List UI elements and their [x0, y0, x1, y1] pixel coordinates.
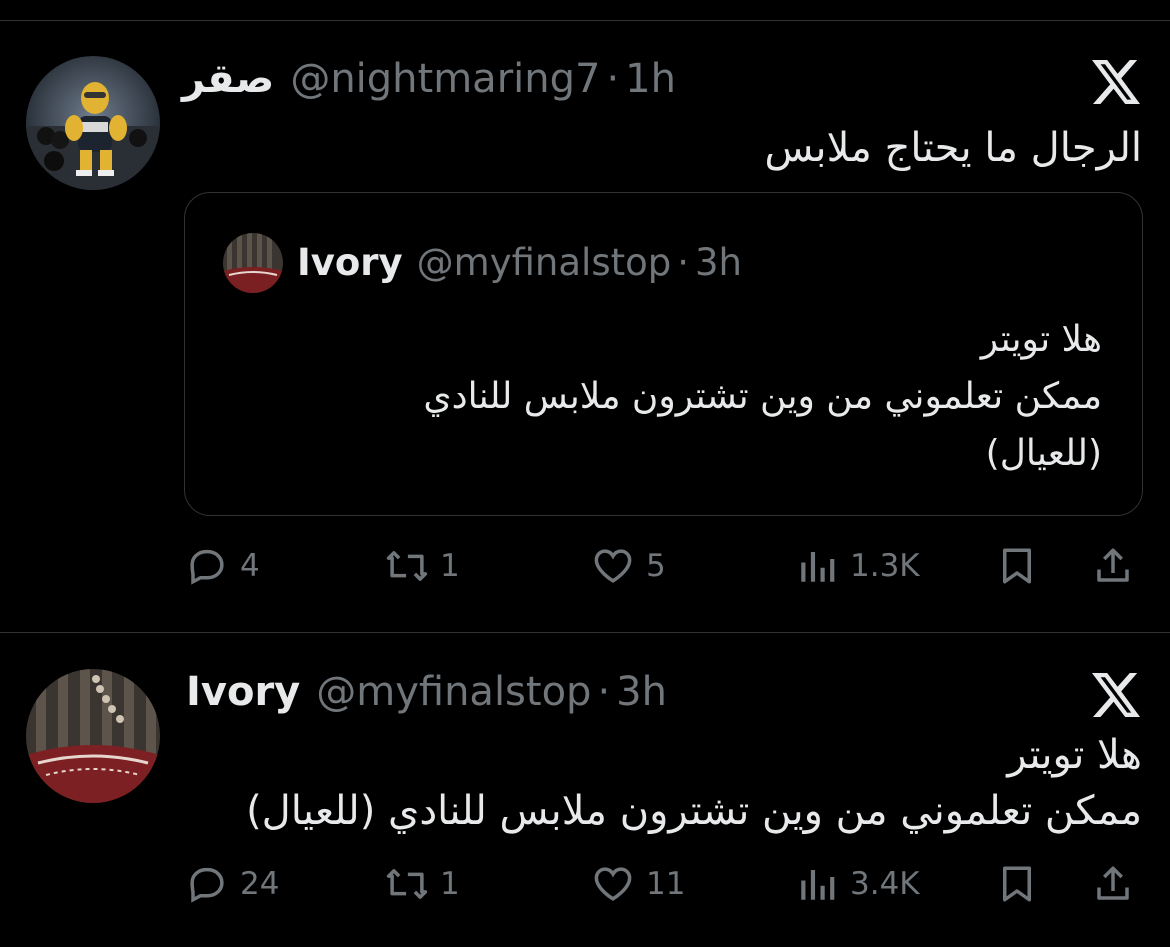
heart-icon [592, 545, 634, 587]
share-button[interactable] [1092, 545, 1134, 587]
x-logo-icon [1092, 60, 1140, 104]
action-bar: 4 1 5 1.3K [0, 543, 1170, 593]
timestamp[interactable]: 3h [616, 669, 667, 715]
avatar[interactable] [26, 56, 160, 190]
separator-dot: · [597, 669, 611, 715]
like-count: 5 [646, 548, 666, 584]
tweet-2[interactable]: Ivory @myfinalstop · 3h هلا تويتر ممكن ت… [0, 633, 1170, 947]
separator-dot: · [606, 56, 620, 102]
tweet-text-line: الرجال ما يحتاج ملابس [764, 125, 1142, 171]
views-icon [796, 545, 838, 587]
views-button[interactable]: 3.4K [796, 863, 920, 905]
retweet-icon [386, 545, 428, 587]
author-handle[interactable]: @myfinalstop [316, 669, 591, 715]
tweet-1[interactable]: صقر @nightmaring7 · 1h الرجال ما يحتاج م… [0, 0, 1170, 632]
timestamp[interactable]: 1h [625, 56, 676, 102]
quote-text: هلا تويتر ممكن تعلموني من وين تشترون ملا… [423, 311, 1102, 482]
tweet-header: Ivory @myfinalstop · 3h [186, 669, 667, 715]
avatar[interactable] [26, 669, 160, 803]
bookmark-icon [996, 545, 1038, 587]
quote-header: Ivory @myfinalstop · 3h [297, 241, 742, 284]
tweet-text-line: ممكن تعلموني من وين تشترون ملابس للنادي … [246, 788, 1142, 834]
views-count: 1.3K [850, 548, 920, 584]
quote-avatar[interactable] [223, 233, 283, 293]
separator-dot: · [677, 241, 689, 284]
tweet-text-line: هلا تويتر [1007, 732, 1142, 778]
share-button[interactable] [1092, 863, 1134, 905]
quote-text-line: (للعيال) [985, 433, 1102, 474]
tweet-text: هلا تويتر ممكن تعلموني من وين تشترون ملا… [246, 727, 1142, 839]
bookmark-icon [996, 863, 1038, 905]
avatar-ivory-icon [26, 669, 160, 803]
quote-author-name[interactable]: Ivory [297, 241, 403, 284]
views-button[interactable]: 1.3K [796, 545, 920, 587]
views-count: 3.4K [850, 866, 920, 902]
quoted-tweet[interactable]: Ivory @myfinalstop · 3h هلا تويتر ممكن ت… [184, 192, 1143, 516]
avatar-ivory-icon [223, 233, 283, 293]
bookmark-button[interactable] [996, 545, 1038, 587]
tweet-text: الرجال ما يحتاج ملابس [764, 120, 1142, 176]
bookmark-button[interactable] [996, 863, 1038, 905]
author-name[interactable]: صقر [182, 56, 274, 102]
retweet-button[interactable]: 1 [386, 863, 460, 905]
like-button[interactable]: 5 [592, 545, 666, 587]
quote-text-line: هلا تويتر [980, 319, 1102, 360]
like-button[interactable]: 11 [592, 863, 685, 905]
like-count: 11 [646, 866, 686, 902]
avatar-bodybuilder-icon [26, 56, 160, 190]
x-logo-icon [1092, 673, 1140, 717]
reply-button[interactable]: 4 [186, 545, 260, 587]
heart-icon [592, 863, 634, 905]
share-icon [1092, 545, 1134, 587]
retweet-button[interactable]: 1 [386, 545, 460, 587]
reply-icon [186, 863, 228, 905]
quote-author-handle[interactable]: @myfinalstop [417, 241, 672, 284]
reply-count: 4 [240, 548, 260, 584]
retweet-icon [386, 863, 428, 905]
quote-text-line: ممكن تعلموني من وين تشترون ملابس للنادي [423, 376, 1102, 417]
retweet-count: 1 [440, 866, 460, 902]
retweet-count: 1 [440, 548, 460, 584]
reply-button[interactable]: 24 [186, 863, 279, 905]
action-bar: 24 1 11 3.4K [0, 861, 1170, 911]
author-name[interactable]: Ivory [186, 669, 300, 715]
reply-count: 24 [240, 866, 280, 902]
share-icon [1092, 863, 1134, 905]
quote-timestamp[interactable]: 3h [695, 241, 742, 284]
views-icon [796, 863, 838, 905]
reply-icon [186, 545, 228, 587]
tweet-header: صقر @nightmaring7 · 1h [182, 56, 676, 102]
author-handle[interactable]: @nightmaring7 [290, 56, 600, 102]
